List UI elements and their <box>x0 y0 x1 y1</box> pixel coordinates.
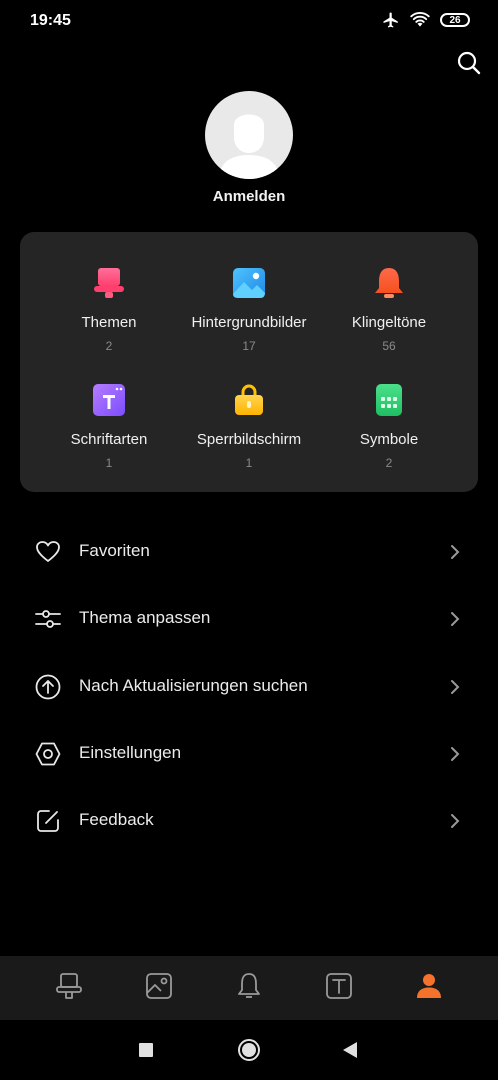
sliders-icon <box>35 610 61 628</box>
search-icon[interactable] <box>456 50 482 76</box>
category-count: 2 <box>105 339 113 353</box>
category-ringtones[interactable]: Klingeltöne 56 <box>319 266 459 353</box>
ringtone-bell-icon <box>375 268 403 298</box>
bottom-nav <box>0 956 498 1020</box>
themes-tab-icon[interactable] <box>54 971 84 1001</box>
menu-item-check-updates[interactable]: Nach Aktualisierungen suchen <box>0 657 498 717</box>
menu-item-settings[interactable]: Einstellungen <box>0 724 498 784</box>
chevron-right-icon <box>451 612 460 626</box>
menu-label: Favoriten <box>79 541 150 560</box>
category-count: 2 <box>385 456 393 470</box>
chevron-right-icon <box>451 680 460 694</box>
fonts-tab-icon[interactable] <box>324 971 354 1001</box>
category-symbols[interactable]: Symbole 2 <box>319 383 459 470</box>
category-fonts[interactable]: Schriftarten 1 <box>39 383 179 470</box>
ringtones-tab-icon[interactable] <box>234 971 264 1001</box>
categories-card: Themen 2 Hintergrundbilder 17 Klingeltön… <box>20 232 478 492</box>
wallpaper-tab-icon[interactable] <box>144 971 174 1001</box>
status-icons: 26 <box>382 11 470 29</box>
menu-item-feedback[interactable]: Feedback <box>0 791 498 851</box>
font-icon <box>93 384 125 416</box>
category-label: Sperrbildschirm <box>196 431 302 448</box>
category-count: 1 <box>245 456 253 470</box>
category-label: Themen <box>81 314 137 331</box>
menu-label: Thema anpassen <box>79 608 211 627</box>
home-icon[interactable] <box>237 1038 261 1062</box>
status-bar: 19:45 26 <box>0 0 498 44</box>
menu-label: Nach Aktualisierungen suchen <box>79 676 308 695</box>
menu-label: Einstellungen <box>79 743 182 762</box>
category-wallpapers[interactable]: Hintergrundbilder 17 <box>179 266 319 353</box>
system-navigation-bar <box>0 1020 498 1080</box>
wallpaper-icon <box>233 268 265 298</box>
themes-icon <box>94 268 124 298</box>
symbols-icon <box>376 384 402 416</box>
feedback-icon <box>37 810 59 832</box>
recents-icon[interactable] <box>138 1042 154 1058</box>
category-label: Klingeltöne <box>351 314 427 331</box>
update-arrow-icon <box>35 674 61 700</box>
lockscreen-icon <box>235 384 263 415</box>
menu-label: Feedback <box>79 810 154 829</box>
menu-item-favorites[interactable]: Favoriten <box>0 522 498 582</box>
category-themes[interactable]: Themen 2 <box>39 266 179 353</box>
signin-label[interactable]: Anmelden <box>0 188 498 205</box>
avatar-placeholder-icon <box>219 114 279 179</box>
menu-item-customize-theme[interactable]: Thema anpassen <box>0 589 498 649</box>
battery-icon: 26 <box>440 13 470 27</box>
category-lockscreen[interactable]: Sperrbildschirm 1 <box>179 383 319 470</box>
avatar[interactable] <box>205 91 293 179</box>
chevron-right-icon <box>451 814 460 828</box>
wifi-icon <box>410 12 430 27</box>
heart-icon <box>36 541 60 562</box>
profile-tab-icon[interactable] <box>414 971 444 1001</box>
category-label: Symbole <box>359 431 419 448</box>
chevron-right-icon <box>451 545 460 559</box>
category-count: 1 <box>105 456 113 470</box>
back-icon[interactable] <box>342 1041 358 1059</box>
category-count: 17 <box>242 339 256 353</box>
category-label: Hintergrundbilder <box>191 314 307 331</box>
airplane-icon <box>383 12 398 28</box>
status-time: 19:45 <box>30 12 71 29</box>
category-count: 56 <box>382 339 396 353</box>
settings-icon <box>35 742 61 766</box>
chevron-right-icon <box>451 747 460 761</box>
category-label: Schriftarten <box>70 431 148 448</box>
